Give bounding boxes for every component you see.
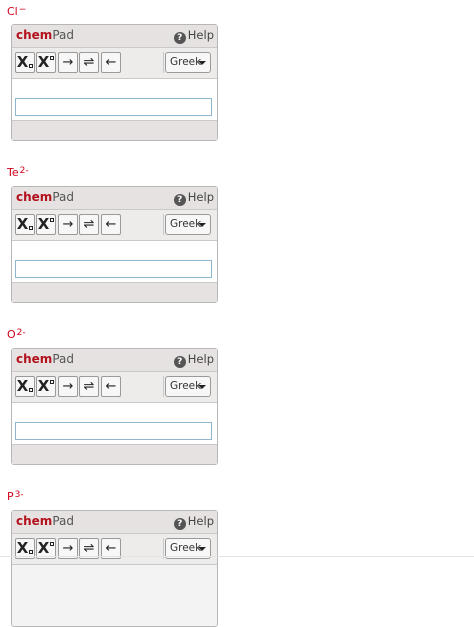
- greek-dropdown[interactable]: Greek: [165, 376, 211, 397]
- ion-charge: 3-: [14, 490, 24, 500]
- toolbar-divider: [163, 214, 164, 235]
- help-label: Help: [187, 352, 214, 366]
- help-button[interactable]: ? Help: [173, 514, 214, 530]
- chempad-body: [12, 403, 217, 445]
- chempad-toolbar: X X → ⇌ ← Greek: [12, 48, 217, 79]
- superscript-button[interactable]: X: [36, 376, 56, 397]
- chempad-logo: chemPad: [16, 514, 74, 528]
- left-arrow-button[interactable]: ←: [101, 214, 121, 235]
- help-button[interactable]: ? Help: [173, 190, 214, 206]
- right-arrow-button[interactable]: →: [58, 376, 78, 397]
- chempad-body: [12, 241, 217, 283]
- chempad-logo: chemPad: [16, 28, 74, 42]
- chempad-cl: chemPad ? Help X X → ⇌ ← Greek: [11, 24, 218, 141]
- help-label: Help: [187, 190, 214, 204]
- chevron-down-icon: [198, 385, 206, 389]
- ion-symbol: O: [7, 328, 16, 341]
- chevron-down-icon: [198, 547, 206, 551]
- right-arrow-button[interactable]: →: [58, 52, 78, 73]
- superscript-button[interactable]: X: [36, 214, 56, 235]
- superscript-button[interactable]: X: [36, 52, 56, 73]
- ion-label-p: P3-: [7, 490, 24, 503]
- page-bottom-divider: [0, 556, 474, 557]
- chempad-header: chemPad ? Help: [12, 187, 217, 210]
- ion-label-o: O2-: [7, 328, 26, 341]
- subscript-button[interactable]: X: [15, 214, 35, 235]
- chempad-header: chemPad ? Help: [12, 25, 217, 48]
- chempad-logo: chemPad: [16, 352, 74, 366]
- chempad-header: chemPad ? Help: [12, 349, 217, 372]
- subscript-button[interactable]: X: [15, 52, 35, 73]
- help-icon: ?: [173, 194, 186, 206]
- toolbar-divider: [163, 52, 164, 73]
- chempad-body: [12, 79, 217, 121]
- ion-symbol: Te: [7, 166, 19, 179]
- chempad-p: chemPad ? Help X X → ⇌ ← Greek: [11, 510, 218, 627]
- help-button[interactable]: ? Help: [173, 352, 214, 368]
- equilibrium-arrow-button[interactable]: ⇌: [79, 214, 99, 235]
- chempad-toolbar: X X → ⇌ ← Greek: [12, 534, 217, 565]
- chempad-footer: [12, 445, 217, 464]
- help-label: Help: [187, 28, 214, 42]
- chempad-o: chemPad ? Help X X → ⇌ ← Greek: [11, 348, 218, 465]
- chempad-footer: [12, 121, 217, 140]
- greek-dropdown[interactable]: Greek: [165, 52, 211, 73]
- help-icon: ?: [173, 356, 186, 368]
- left-arrow-button[interactable]: ←: [101, 52, 121, 73]
- answer-input[interactable]: [15, 260, 212, 278]
- ion-label-cl: Cl−: [7, 5, 27, 18]
- chevron-down-icon: [198, 61, 206, 65]
- answer-input[interactable]: [15, 422, 212, 440]
- answer-input[interactable]: [15, 98, 212, 116]
- ion-charge: 2-: [19, 166, 29, 176]
- chempad-header: chemPad ? Help: [12, 511, 217, 534]
- chempad-toolbar: X X → ⇌ ← Greek: [12, 210, 217, 241]
- equilibrium-arrow-button[interactable]: ⇌: [79, 376, 99, 397]
- toolbar-divider: [163, 376, 164, 397]
- help-icon: ?: [173, 32, 186, 44]
- help-icon: ?: [173, 518, 186, 530]
- ion-charge: 2-: [16, 328, 26, 338]
- ion-symbol: Cl: [7, 5, 18, 18]
- equilibrium-arrow-button[interactable]: ⇌: [79, 52, 99, 73]
- subscript-button[interactable]: X: [15, 376, 35, 397]
- left-arrow-button[interactable]: ←: [101, 376, 121, 397]
- ion-symbol: P: [7, 490, 14, 503]
- chempad-footer: [12, 283, 217, 302]
- greek-dropdown[interactable]: Greek: [165, 214, 211, 235]
- help-button[interactable]: ? Help: [173, 28, 214, 44]
- chevron-down-icon: [198, 223, 206, 227]
- ion-label-te: Te2-: [7, 166, 29, 179]
- right-arrow-button[interactable]: →: [58, 214, 78, 235]
- chempad-logo: chemPad: [16, 190, 74, 204]
- chempad-toolbar: X X → ⇌ ← Greek: [12, 372, 217, 403]
- help-label: Help: [187, 514, 214, 528]
- ion-charge: −: [18, 5, 27, 15]
- chempad-te: chemPad ? Help X X → ⇌ ← Greek: [11, 186, 218, 303]
